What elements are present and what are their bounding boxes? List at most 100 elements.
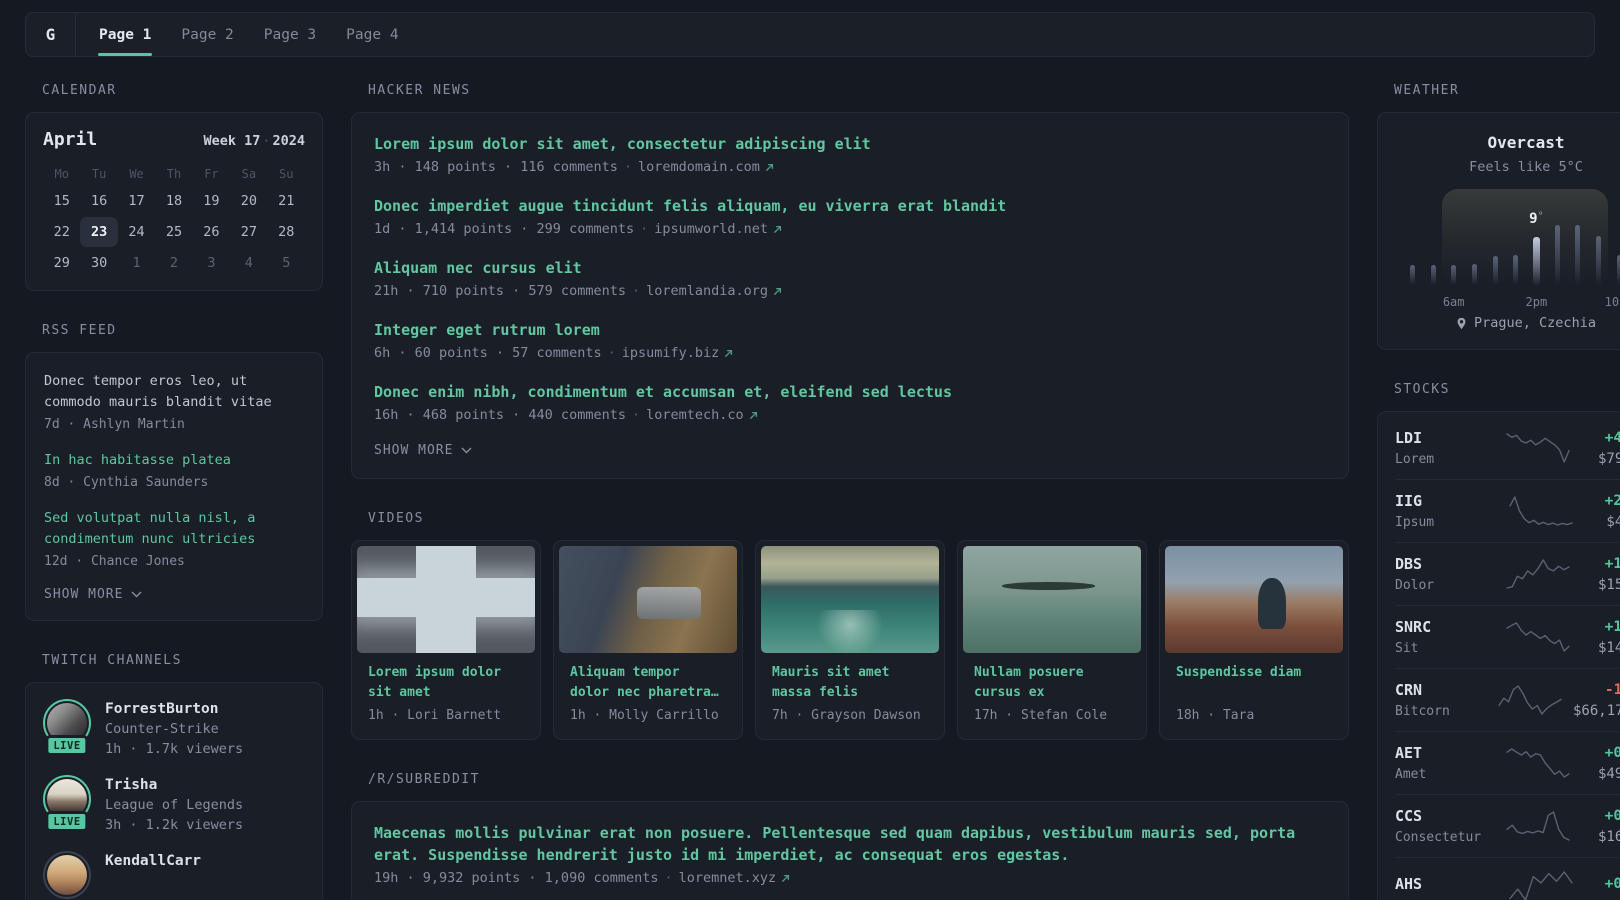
calendar-dow-label: We [129,167,144,181]
page-tab[interactable]: Page 1 [84,13,166,56]
weather-hour-slot: 9° [1588,197,1609,285]
calendar-dow-label: Th [166,167,182,181]
weather-temp-bar [1575,225,1581,285]
stock-row[interactable]: SNRC Sit +1.36% $148.64 [1395,605,1620,668]
video-card: Suspendisse diam 18h · Tara [1159,540,1349,740]
rss-item-title[interactable]: Donec tempor eros leo, ut commodo mauris… [44,371,304,413]
page-tab[interactable]: Page 4 [331,13,413,56]
weather-hour-slot: 9° 10pm [1605,197,1620,309]
subreddit-post-domain-link[interactable]: loremnet.xyz [679,870,791,886]
weather-temp-bar [1409,265,1415,285]
show-more-label: SHOW MORE [374,443,454,458]
video-title[interactable]: Suspendisse diam [1176,663,1332,703]
hackernews-item-domain-link[interactable]: ipsumify.biz [622,345,734,361]
hackernews-item-stats: 1d · 1,414 points · 299 comments [374,221,635,237]
rss-show-more-button[interactable]: SHOW MORE [44,587,142,602]
hackernews-item-domain: loremtech.co [646,407,744,423]
twitch-channel-name[interactable]: KendallCarr [105,851,201,869]
twitch-channel-name[interactable]: Trisha [105,775,243,793]
calendar-dow-label: Sa [241,167,257,181]
stock-values: +0.46% [1605,876,1620,897]
dot-separator: · [623,159,632,175]
stock-row[interactable]: LDI Lorem +4.35% $795.18 [1395,417,1620,479]
video-title[interactable]: Aliquam tempor dolor nec pharetra… [570,663,726,703]
stock-row[interactable]: IIG Ipsum +2.84% $42.04 [1395,479,1620,542]
rss-item: Sed volutpat nulla nisl, a condimentum n… [44,508,304,569]
stock-row[interactable]: CRN Bitcorn -1.00% $66,171.48 [1395,668,1620,731]
hackernews-list: Lorem ipsum dolor sit amet, consectetur … [374,133,1326,423]
chevron-down-icon [461,447,472,454]
stock-sparkline [1508,871,1573,900]
dot-separator: · [631,283,641,299]
weather-card: Overcast Feels like 5°C 9° [1377,112,1620,350]
app-logo[interactable]: G [26,13,76,56]
twitch-channel-name[interactable]: ForrestBurton [105,699,243,717]
hackernews-item-domain-link[interactable]: loremtech.co [646,407,758,423]
twitch-avatar-ring: LIVE [43,775,91,832]
page-tab[interactable]: Page 3 [249,13,331,56]
stock-price: $156.28 [1597,576,1620,593]
hackernews-item-domain-link[interactable]: loremlandia.org [646,283,782,299]
video-card-body: Suspendisse diam 18h · Tara [1165,653,1343,734]
stock-sparkline [1498,685,1562,715]
video-thumbnail[interactable] [761,546,939,653]
stock-row[interactable]: CCS Consectetur +0.51% $165.84 [1395,794,1620,857]
hackernews-item-domain-link[interactable]: loremdomain.com [638,159,774,175]
hackernews-item-title[interactable]: Integer eget rutrum lorem [374,319,600,341]
external-link-icon [773,225,782,233]
weather-temp-bar [1595,236,1601,285]
stock-sparkline [1506,433,1571,463]
video-title[interactable]: Lorem ipsum dolor sit amet consectetu… [368,663,524,703]
stock-price: $42.04 [1606,513,1620,530]
video-thumbnail[interactable] [357,546,535,653]
video-title[interactable]: Mauris sit amet massa felis [772,663,928,703]
weather-temp-bar [1513,255,1519,285]
stock-row[interactable]: DBS Dolor +1.42% $156.28 [1395,542,1620,605]
page-tab[interactable]: Page 2 [166,13,248,56]
rss-item-title[interactable]: Sed volutpat nulla nisl, a condimentum n… [44,508,304,550]
videos-section-label: VIDEOS [368,511,424,526]
video-card-body: Nullam posuere cursus ex 17h · Stefan Co… [963,653,1141,734]
calendar-day: 5 [282,255,291,271]
twitch-channel-info: Trisha League of Legends 3h · 1.2k viewe… [105,775,243,833]
video-meta: 1h · Molly Carrillo [570,708,719,723]
twitch-channel-row[interactable]: LIVE Trisha League of Legends 3h · 1.2k … [43,775,305,833]
stock-sparkline [1506,622,1571,652]
video-thumbnail[interactable] [1165,546,1343,653]
weather-hour-slot: 9° [1402,197,1423,285]
hackernews-show-more-button[interactable]: SHOW MORE [374,443,472,458]
subreddit-post-title[interactable]: Maecenas mollis pulvinar erat non posuer… [374,822,1326,866]
stock-change-percent: +0.51% [1604,807,1620,824]
twitch-channel-row[interactable]: LIVE KendallCarr [43,851,305,899]
hackernews-item-title[interactable]: Donec imperdiet augue tincidunt felis al… [374,195,1006,217]
stock-identity: IIG Ipsum [1395,492,1487,530]
subreddit-post: Maecenas mollis pulvinar erat non posuer… [374,822,1326,886]
hackernews-item-title[interactable]: Lorem ipsum dolor sit amet, consectetur … [374,133,871,155]
video-title[interactable]: Nullam posuere cursus ex [974,663,1130,703]
calendar-dow-label: Fr [204,167,219,181]
hackernews-item-domain-link[interactable]: ipsumworld.net [654,221,782,237]
stock-identity: DBS Dolor [1395,555,1487,593]
video-thumbnail[interactable] [963,546,1141,653]
video-thumbnail[interactable] [559,546,737,653]
stock-row[interactable]: AET Amet +0.92% $499.72 [1395,731,1620,794]
stock-name: Ipsum [1395,515,1435,530]
rss-item-title[interactable]: In hac habitasse platea [44,450,304,471]
twitch-channel-row[interactable]: LIVE ForrestBurton Counter-Strike 1h · 1… [43,699,305,757]
calendar-day: 30 [91,255,108,271]
stock-price: $499.72 [1597,765,1620,782]
hackernews-item-title[interactable]: Aliquam nec cursus elit [374,257,582,279]
twitch-avatar-ring: LIVE [43,851,91,899]
video-card-body: Mauris sit amet massa felis 7h · Grayson… [761,653,939,734]
stock-ticker: IIG [1395,492,1423,510]
weather-temp-bar [1430,265,1436,285]
weather-hour-slot: 9° 6am [1443,197,1465,309]
stock-row[interactable]: AHS +0.46% [1395,857,1620,900]
dot-separator: · [664,870,673,886]
weather-bars: 9° 9° [1402,197,1620,309]
weather-hour-slot: 9° [1485,197,1506,285]
page-tab-label: Page 2 [181,26,234,43]
calendar-header: April Week 17 · 2024 [43,129,305,150]
hackernews-item-title[interactable]: Donec enim nibh, condimentum et accumsan… [374,381,952,403]
videos-widget: VIDEOS Lorem ipsum dolor sit amet consec… [351,511,1349,740]
